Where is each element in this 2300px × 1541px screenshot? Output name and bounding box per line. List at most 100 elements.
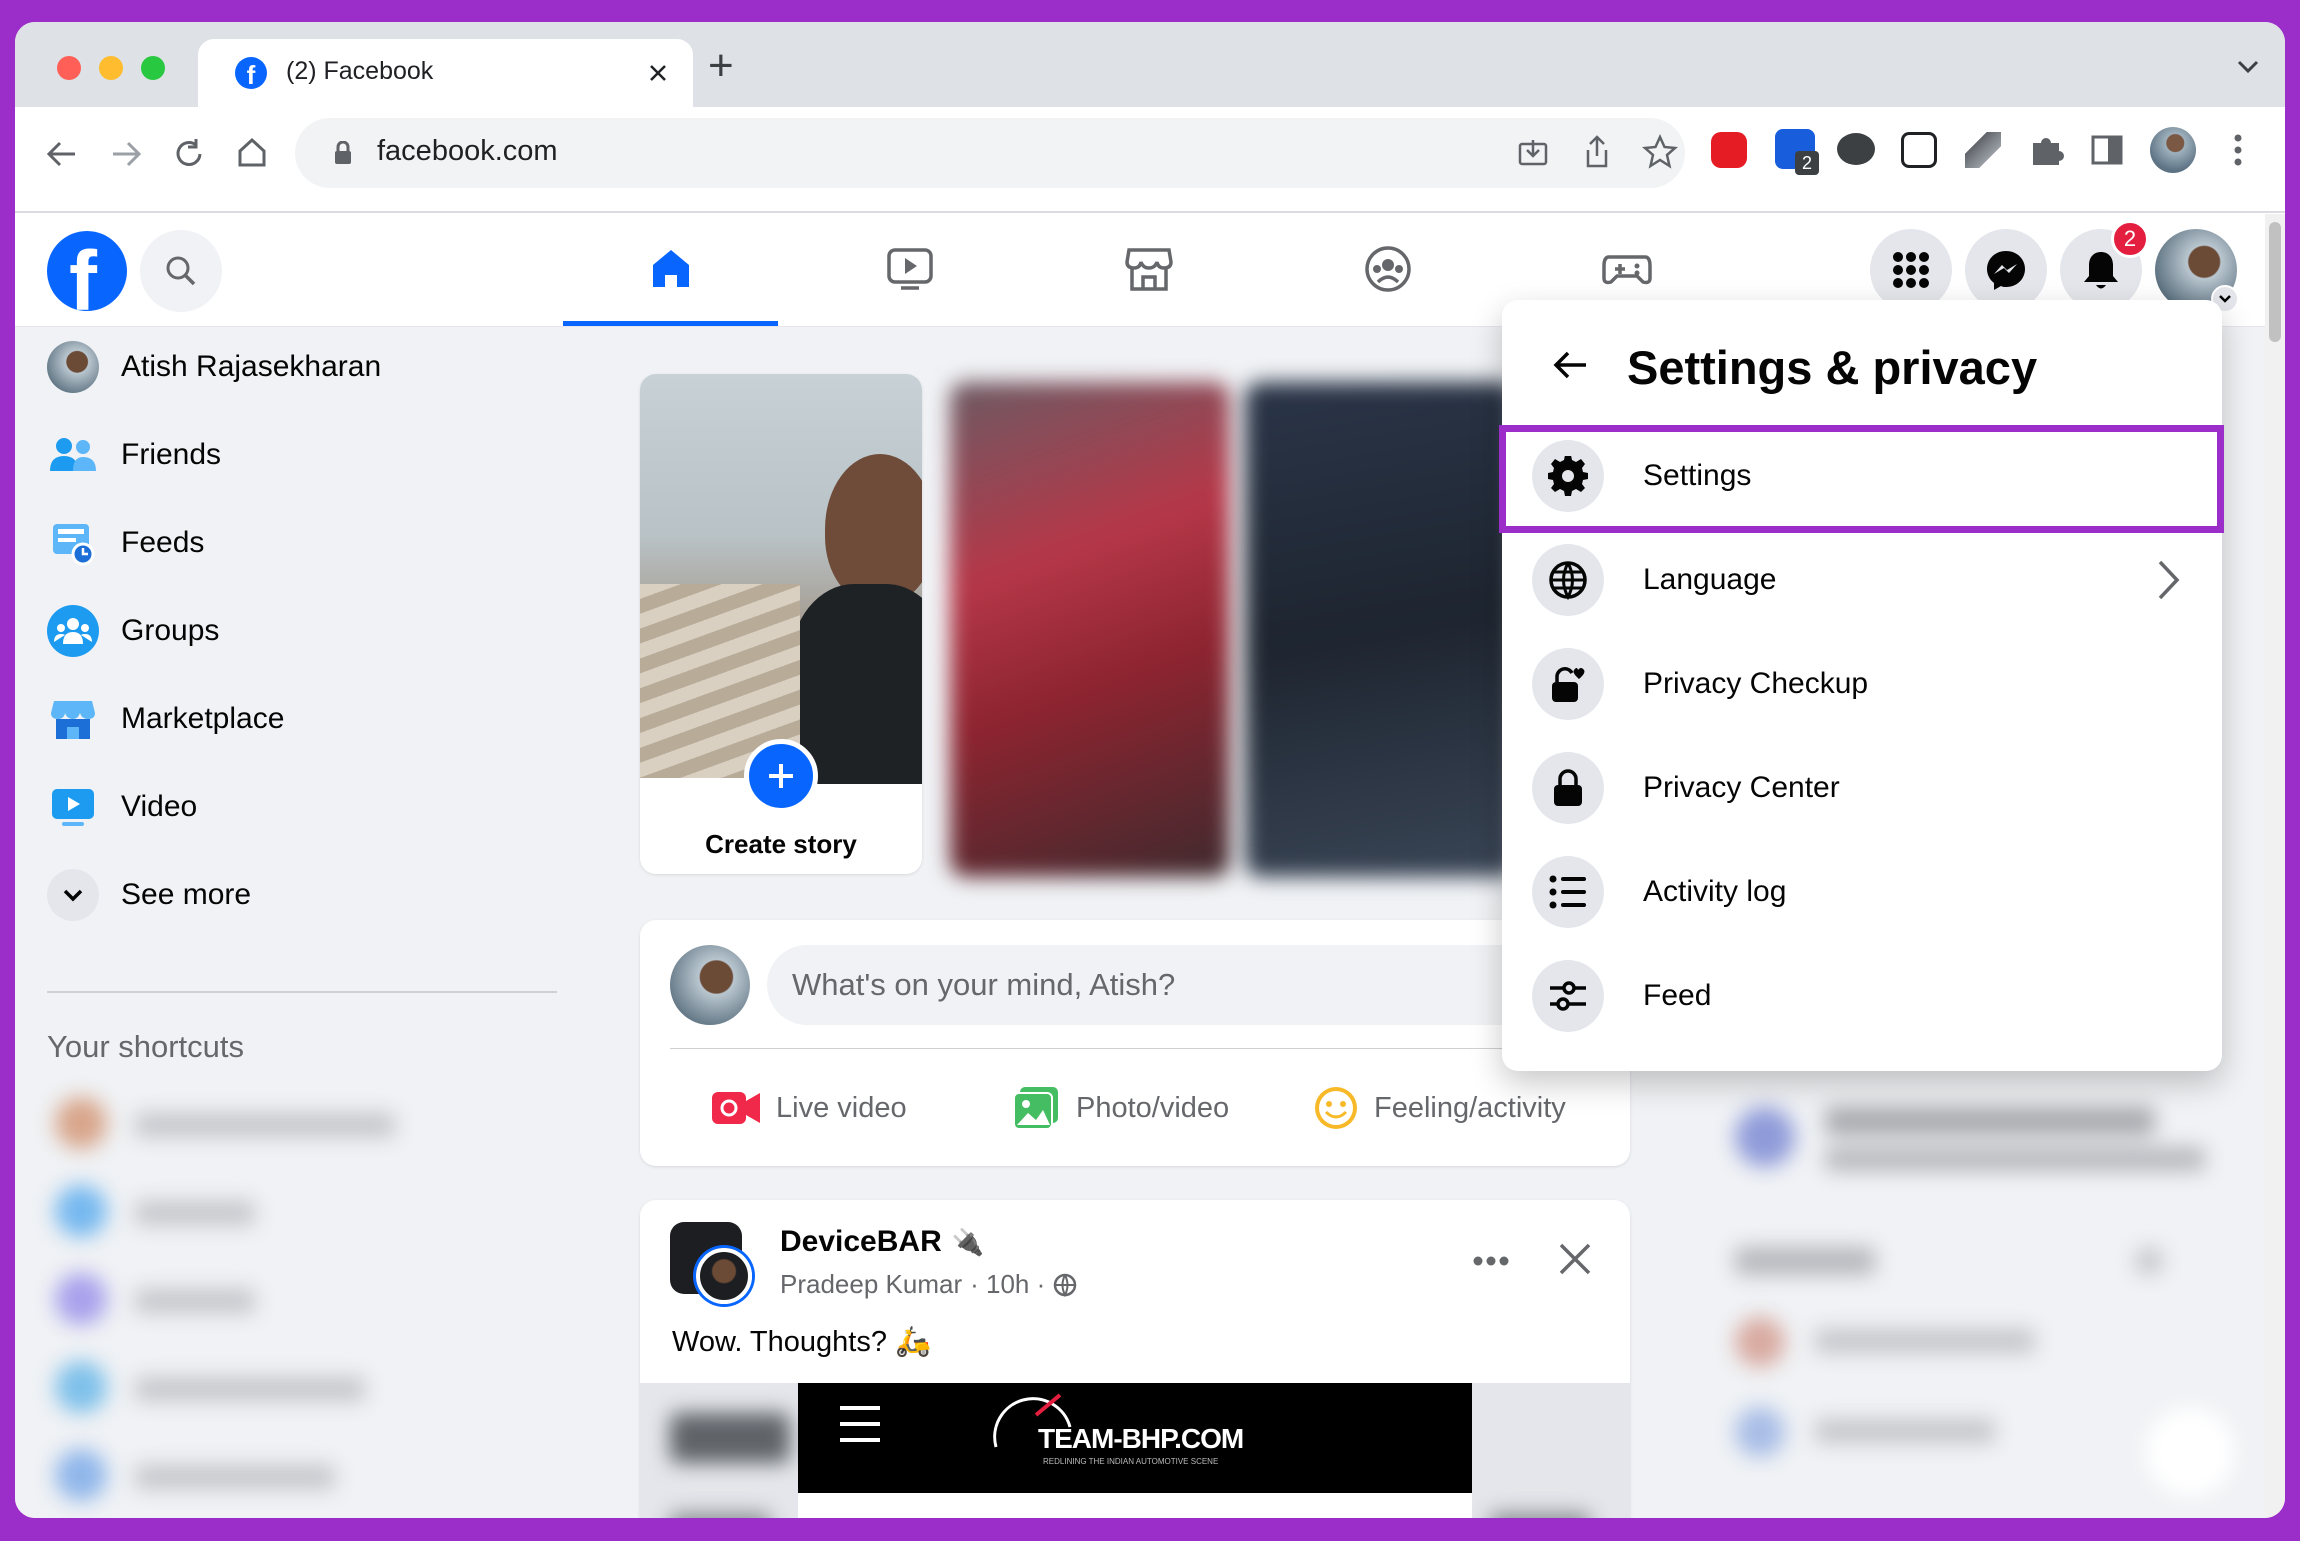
photo-video-button[interactable]: Photo/video xyxy=(1012,1078,1229,1138)
menu-item-privacy-checkup[interactable]: Privacy Checkup xyxy=(1502,632,2222,736)
close-window-button[interactable] xyxy=(57,56,81,80)
lock-heart-icon xyxy=(1532,648,1604,720)
story-profile-photo xyxy=(640,374,922,784)
browser-toolbar: facebook.com 2 xyxy=(15,107,2285,213)
sidebar-item-label: Feeds xyxy=(121,526,205,559)
close-icon[interactable] xyxy=(1558,1242,1592,1276)
story-card[interactable] xyxy=(950,382,1230,877)
bitwarden-extension-icon[interactable]: 2 xyxy=(1775,129,1819,175)
profile-avatar[interactable] xyxy=(2150,127,2196,173)
feeds-icon xyxy=(47,517,99,569)
sidebar-item-video[interactable]: Video xyxy=(47,767,197,847)
post-meta: Pradeep Kumar · 10h · xyxy=(780,1269,1077,1300)
reload-icon[interactable] xyxy=(172,137,206,171)
post-author[interactable]: Pradeep Kumar xyxy=(780,1269,962,1300)
facebook-logo-icon[interactable]: f xyxy=(47,231,127,311)
see-more-button[interactable]: See more xyxy=(47,855,251,935)
active-tab-indicator xyxy=(563,321,778,326)
new-tab-button[interactable]: + xyxy=(708,44,734,88)
page-scrollbar[interactable] xyxy=(2265,214,2285,1518)
list-icon xyxy=(1532,856,1604,928)
sidebar-item-marketplace[interactable]: Marketplace xyxy=(47,679,284,759)
feeling-activity-button[interactable]: Feeling/activity xyxy=(1312,1078,1566,1138)
sidebar-item-profile[interactable]: Atish Rajasekharan xyxy=(47,327,381,407)
zoom-window-button[interactable] xyxy=(141,56,165,80)
story-card[interactable] xyxy=(1245,382,1515,877)
sidebar-item-label: Groups xyxy=(121,614,220,647)
shortcuts-list[interactable] xyxy=(45,1087,445,1518)
tab-watch[interactable] xyxy=(802,214,1017,324)
create-story-label: Create story xyxy=(705,829,857,859)
sliders-icon xyxy=(1532,960,1604,1032)
more-options-icon[interactable] xyxy=(1473,1256,1509,1266)
minimize-window-button[interactable] xyxy=(99,56,123,80)
post-header-line: DeviceBAR 🔌 xyxy=(780,1225,984,1259)
create-story-plus-icon[interactable] xyxy=(744,739,818,813)
sidebar-item-groups[interactable]: Groups xyxy=(47,591,219,671)
url-text: facebook.com xyxy=(377,135,558,167)
author-avatar[interactable] xyxy=(696,1248,752,1304)
menu-item-privacy-center[interactable]: Privacy Center xyxy=(1502,736,2222,840)
tab-search-chevron-icon[interactable] xyxy=(2237,60,2259,74)
composer-card: What's on your mind, Atish? Live video P… xyxy=(640,920,1630,1166)
spy-extension-icon[interactable] xyxy=(1837,133,1875,165)
tab-marketplace[interactable] xyxy=(1041,214,1256,324)
post-image-area[interactable]: TEAM-BHP.COM REDLINING THE INDIAN AUTOMO… xyxy=(640,1383,1630,1518)
menu-item-language[interactable]: Language xyxy=(1502,528,2222,632)
home-icon[interactable] xyxy=(235,135,269,169)
post-text: Wow. Thoughts? 🛵 xyxy=(672,1326,932,1358)
side-panel-icon[interactable] xyxy=(2090,133,2124,167)
send-extension-icon[interactable] xyxy=(1901,132,1937,168)
sidebar-item-label: See more xyxy=(121,878,252,911)
account-avatar-button[interactable] xyxy=(2155,229,2239,313)
live-video-button[interactable]: Live video xyxy=(710,1078,907,1138)
gaming-icon xyxy=(1601,255,1652,285)
post-card: DeviceBAR 🔌 Pradeep Kumar · 10h · Wow. T… xyxy=(640,1200,1630,1518)
feeling-activity-label: Feeling/activity xyxy=(1374,1091,1566,1124)
scrollbar-thumb[interactable] xyxy=(2269,222,2281,342)
chevron-right-icon xyxy=(2158,560,2180,600)
scrollbar-track xyxy=(2258,327,2265,1518)
menu-button[interactable] xyxy=(1870,229,1952,311)
video-icon xyxy=(886,248,933,290)
menu-item-settings[interactable]: Settings xyxy=(1502,424,2222,528)
menu-item-feed[interactable]: Feed xyxy=(1502,944,2222,1048)
lock-icon xyxy=(1532,752,1604,824)
close-tab-icon[interactable] xyxy=(648,63,668,83)
create-story-card[interactable]: Create story xyxy=(640,374,922,874)
adblock-extension-icon[interactable] xyxy=(1711,132,1747,168)
share-icon[interactable] xyxy=(1580,134,1614,170)
sidebar-item-label: Friends xyxy=(121,438,222,471)
menu-item-activity-log[interactable]: Activity log xyxy=(1502,840,2222,944)
hamburger-menu-icon xyxy=(840,1406,880,1442)
lock-icon[interactable] xyxy=(333,141,353,165)
menu-item-label: Privacy Center xyxy=(1643,771,1840,804)
address-bar[interactable]: facebook.com xyxy=(295,118,1685,188)
tab-facebook[interactable]: f (2) Facebook xyxy=(198,39,693,107)
extensions-puzzle-icon[interactable] xyxy=(2027,131,2065,169)
groups-icon xyxy=(47,605,99,657)
photo-video-label: Photo/video xyxy=(1076,1091,1230,1124)
bookmark-star-icon[interactable] xyxy=(1642,134,1678,170)
menu-item-label: Feed xyxy=(1643,979,1712,1012)
live-video-label: Live video xyxy=(776,1091,907,1124)
post-time[interactable]: · 10h · xyxy=(970,1269,1045,1300)
post-page-name[interactable]: DeviceBAR xyxy=(780,1225,942,1259)
pen-extension-icon[interactable] xyxy=(1965,132,2001,168)
forward-icon[interactable] xyxy=(109,137,143,171)
sidebar-item-feeds[interactable]: Feeds xyxy=(47,503,204,583)
install-app-icon[interactable] xyxy=(1516,136,1550,170)
browser-menu-icon[interactable] xyxy=(2233,133,2243,167)
chevron-down-icon xyxy=(47,869,99,921)
search-button[interactable] xyxy=(140,230,222,312)
back-arrow-icon[interactable] xyxy=(1552,350,1588,380)
back-icon[interactable] xyxy=(45,137,79,171)
sidebar-divider xyxy=(47,991,557,993)
tab-groups[interactable] xyxy=(1280,214,1495,324)
tab-bar: f (2) Facebook + xyxy=(15,22,2285,107)
messenger-button[interactable] xyxy=(1965,229,2047,311)
sidebar-item-friends[interactable]: Friends xyxy=(47,415,221,495)
tab-home[interactable] xyxy=(563,214,778,326)
composer-input[interactable]: What's on your mind, Atish? xyxy=(767,945,1607,1025)
home-icon xyxy=(652,250,689,287)
